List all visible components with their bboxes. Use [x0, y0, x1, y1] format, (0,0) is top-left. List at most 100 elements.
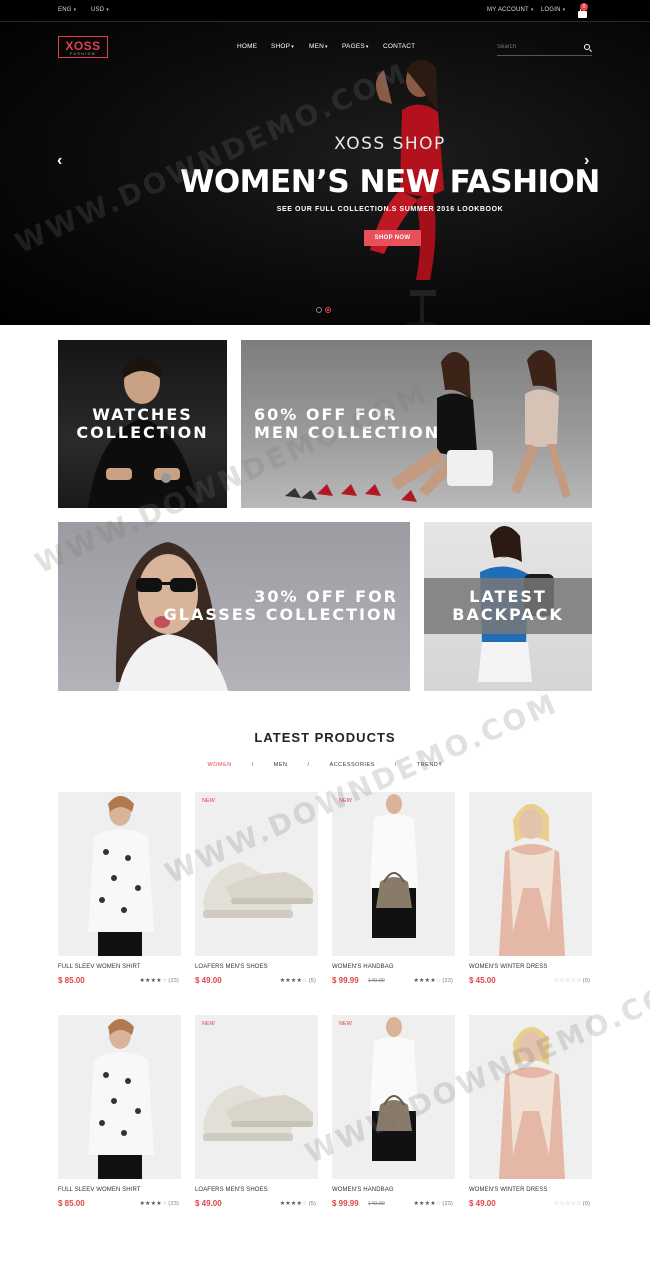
- product-image[interactable]: [58, 792, 181, 956]
- banner-watches[interactable]: WATCHES COLLECTION: [58, 340, 227, 508]
- product-rating: ☆☆☆☆☆(0): [554, 1200, 590, 1207]
- language-label: ENG: [58, 7, 72, 13]
- product-name[interactable]: WOMEN'S WINTER DRESS: [469, 964, 547, 970]
- product-name[interactable]: WOMEN'S HANDBAG: [332, 964, 394, 970]
- new-badge: NEW: [202, 798, 215, 804]
- star-icon: ☆: [435, 978, 442, 984]
- search-box: [497, 40, 592, 56]
- product-image[interactable]: NEW: [332, 792, 455, 956]
- slider-dot-2[interactable]: [325, 307, 331, 313]
- filter-accessories[interactable]: ACCESSORIES: [310, 762, 395, 768]
- product-price: $ 85.00: [58, 1199, 85, 1208]
- hero-description: SEE OUR FULL COLLECTION.S SUMMER 2016 LO…: [276, 206, 504, 213]
- new-badge: NEW: [339, 798, 352, 804]
- chevron-down-icon: ▾: [365, 43, 369, 50]
- nav-contact[interactable]: CONTACT: [383, 43, 415, 50]
- chevron-down-icon: ▾: [291, 43, 294, 50]
- my-account-label: MY ACCOUNT: [487, 7, 529, 13]
- product-old-price: 149.00: [368, 978, 385, 984]
- cart-count-badge: 0: [580, 3, 588, 11]
- product-price: $ 85.00: [58, 976, 85, 985]
- nav-contact-label: CONTACT: [383, 43, 416, 50]
- cart-button[interactable]: 0: [577, 3, 588, 18]
- filter-trendy[interactable]: TRENDY: [397, 762, 463, 768]
- logo-text: XOSS: [65, 39, 101, 53]
- hero-subtitle: XOSS SHOP: [334, 134, 446, 154]
- nav-pages-label: PAGES: [342, 43, 365, 50]
- star-icon: ☆: [161, 978, 168, 984]
- banner-glasses-line2: GLASSES COLLECTION: [163, 605, 398, 624]
- banner-men-line1: 60% OFF FOR: [254, 405, 398, 424]
- login-menu[interactable]: LOGIN ▾: [541, 7, 565, 13]
- product-price: $ 99.99: [332, 976, 359, 985]
- star-icon: ☆: [302, 978, 308, 984]
- search-icon[interactable]: [584, 44, 590, 50]
- product-rating: ★★★★☆(5): [280, 977, 316, 984]
- slider-dot-1[interactable]: [316, 307, 322, 313]
- slider-dots: [316, 307, 331, 313]
- product-rating: ★★★★☆(23): [139, 1200, 179, 1207]
- nav-shop[interactable]: SHOP ▾: [271, 43, 294, 50]
- banner-watches-line2: COLLECTION: [76, 423, 209, 442]
- review-count: (23): [168, 978, 179, 984]
- prev-slide-arrow-icon[interactable]: ‹: [57, 153, 62, 169]
- product-image[interactable]: [58, 1015, 181, 1179]
- banner-glasses[interactable]: 30% OFF FOR GLASSES COLLECTION: [58, 522, 410, 691]
- product-name[interactable]: FULL SLEEV WOMEN SHIRT: [58, 1187, 141, 1193]
- review-count: (5): [308, 978, 316, 984]
- product-image[interactable]: NEW: [332, 1015, 455, 1179]
- my-account-menu[interactable]: MY ACCOUNT ▾: [487, 7, 534, 13]
- product-rating: ★★★★☆(5): [280, 1200, 316, 1207]
- product-image-shirt: [58, 792, 181, 956]
- shopping-bag-icon: [578, 11, 587, 18]
- product-rating: ★★★★☆(23): [413, 1200, 453, 1207]
- product-price: $ 45.00: [469, 976, 496, 985]
- review-count: (23): [442, 978, 453, 984]
- login-label: LOGIN: [541, 7, 561, 13]
- review-count: (5): [308, 1201, 316, 1207]
- filter-women[interactable]: WOMEN: [188, 762, 252, 768]
- product-image-dress: [469, 792, 592, 956]
- star-icon: ☆: [576, 978, 582, 984]
- product-image-handbag: [332, 792, 455, 956]
- product-name[interactable]: WOMEN'S WINTER DRESS: [469, 1187, 547, 1193]
- product-rating: ★★★★☆(23): [413, 977, 453, 984]
- hero-slider: XOSS FASHION HOME SHOP ▾ MEN ▾ PAGES ▾ C…: [0, 22, 650, 325]
- product-name[interactable]: LOAFERS MEN'S SHOES: [195, 964, 268, 970]
- product-image[interactable]: [469, 792, 592, 956]
- currency-selector[interactable]: USD ▾: [91, 7, 109, 13]
- product-rating: ★★★★☆(23): [139, 977, 179, 984]
- product-image-shirt: [58, 1015, 181, 1179]
- banner-watches-line1: WATCHES: [92, 405, 193, 424]
- product-image[interactable]: NEW: [195, 1015, 318, 1179]
- product-price: $ 99.99: [332, 1199, 359, 1208]
- product-filters: WOMEN / MEN / ACCESSORIES / TRENDY: [0, 762, 650, 768]
- review-count: (0): [582, 978, 590, 984]
- review-count: (23): [168, 1201, 179, 1207]
- nav-home[interactable]: HOME: [237, 43, 257, 50]
- new-badge: NEW: [202, 1021, 215, 1027]
- shop-now-button[interactable]: SHOP NOW: [364, 230, 421, 246]
- site-logo[interactable]: XOSS FASHION: [58, 36, 108, 58]
- product-name[interactable]: FULL SLEEV WOMEN SHIRT: [58, 964, 141, 970]
- product-name[interactable]: WOMEN'S HANDBAG: [332, 1187, 394, 1193]
- section-title: LATEST PRODUCTS: [254, 730, 396, 745]
- review-count: (0): [582, 1201, 590, 1207]
- top-bar: ENG ▾ USD ▾ MY ACCOUNT ▾ LOGIN ▾ 0: [0, 0, 650, 22]
- filter-men[interactable]: MEN: [254, 762, 308, 768]
- language-selector[interactable]: ENG ▾: [58, 7, 76, 13]
- product-rating: ☆☆☆☆☆(0): [554, 977, 590, 984]
- product-image-shoes: [195, 792, 318, 956]
- banner-backpack[interactable]: LATEST BACKPACK: [424, 522, 592, 691]
- search-input[interactable]: [497, 42, 577, 52]
- product-image[interactable]: [469, 1015, 592, 1179]
- banner-men-collection[interactable]: 60% OFF FOR MEN COLLECTION: [241, 340, 592, 508]
- product-name[interactable]: LOAFERS MEN'S SHOES: [195, 1187, 268, 1193]
- banner-backpack-line1: LATEST: [469, 587, 547, 606]
- nav-pages[interactable]: PAGES ▾: [342, 43, 369, 50]
- hero-title: WOMEN’S NEW FASHION: [180, 164, 600, 200]
- nav-shop-label: SHOP: [271, 43, 291, 50]
- nav-men[interactable]: MEN ▾: [309, 43, 328, 50]
- product-image[interactable]: NEW: [195, 792, 318, 956]
- star-icon: ☆: [435, 1201, 442, 1207]
